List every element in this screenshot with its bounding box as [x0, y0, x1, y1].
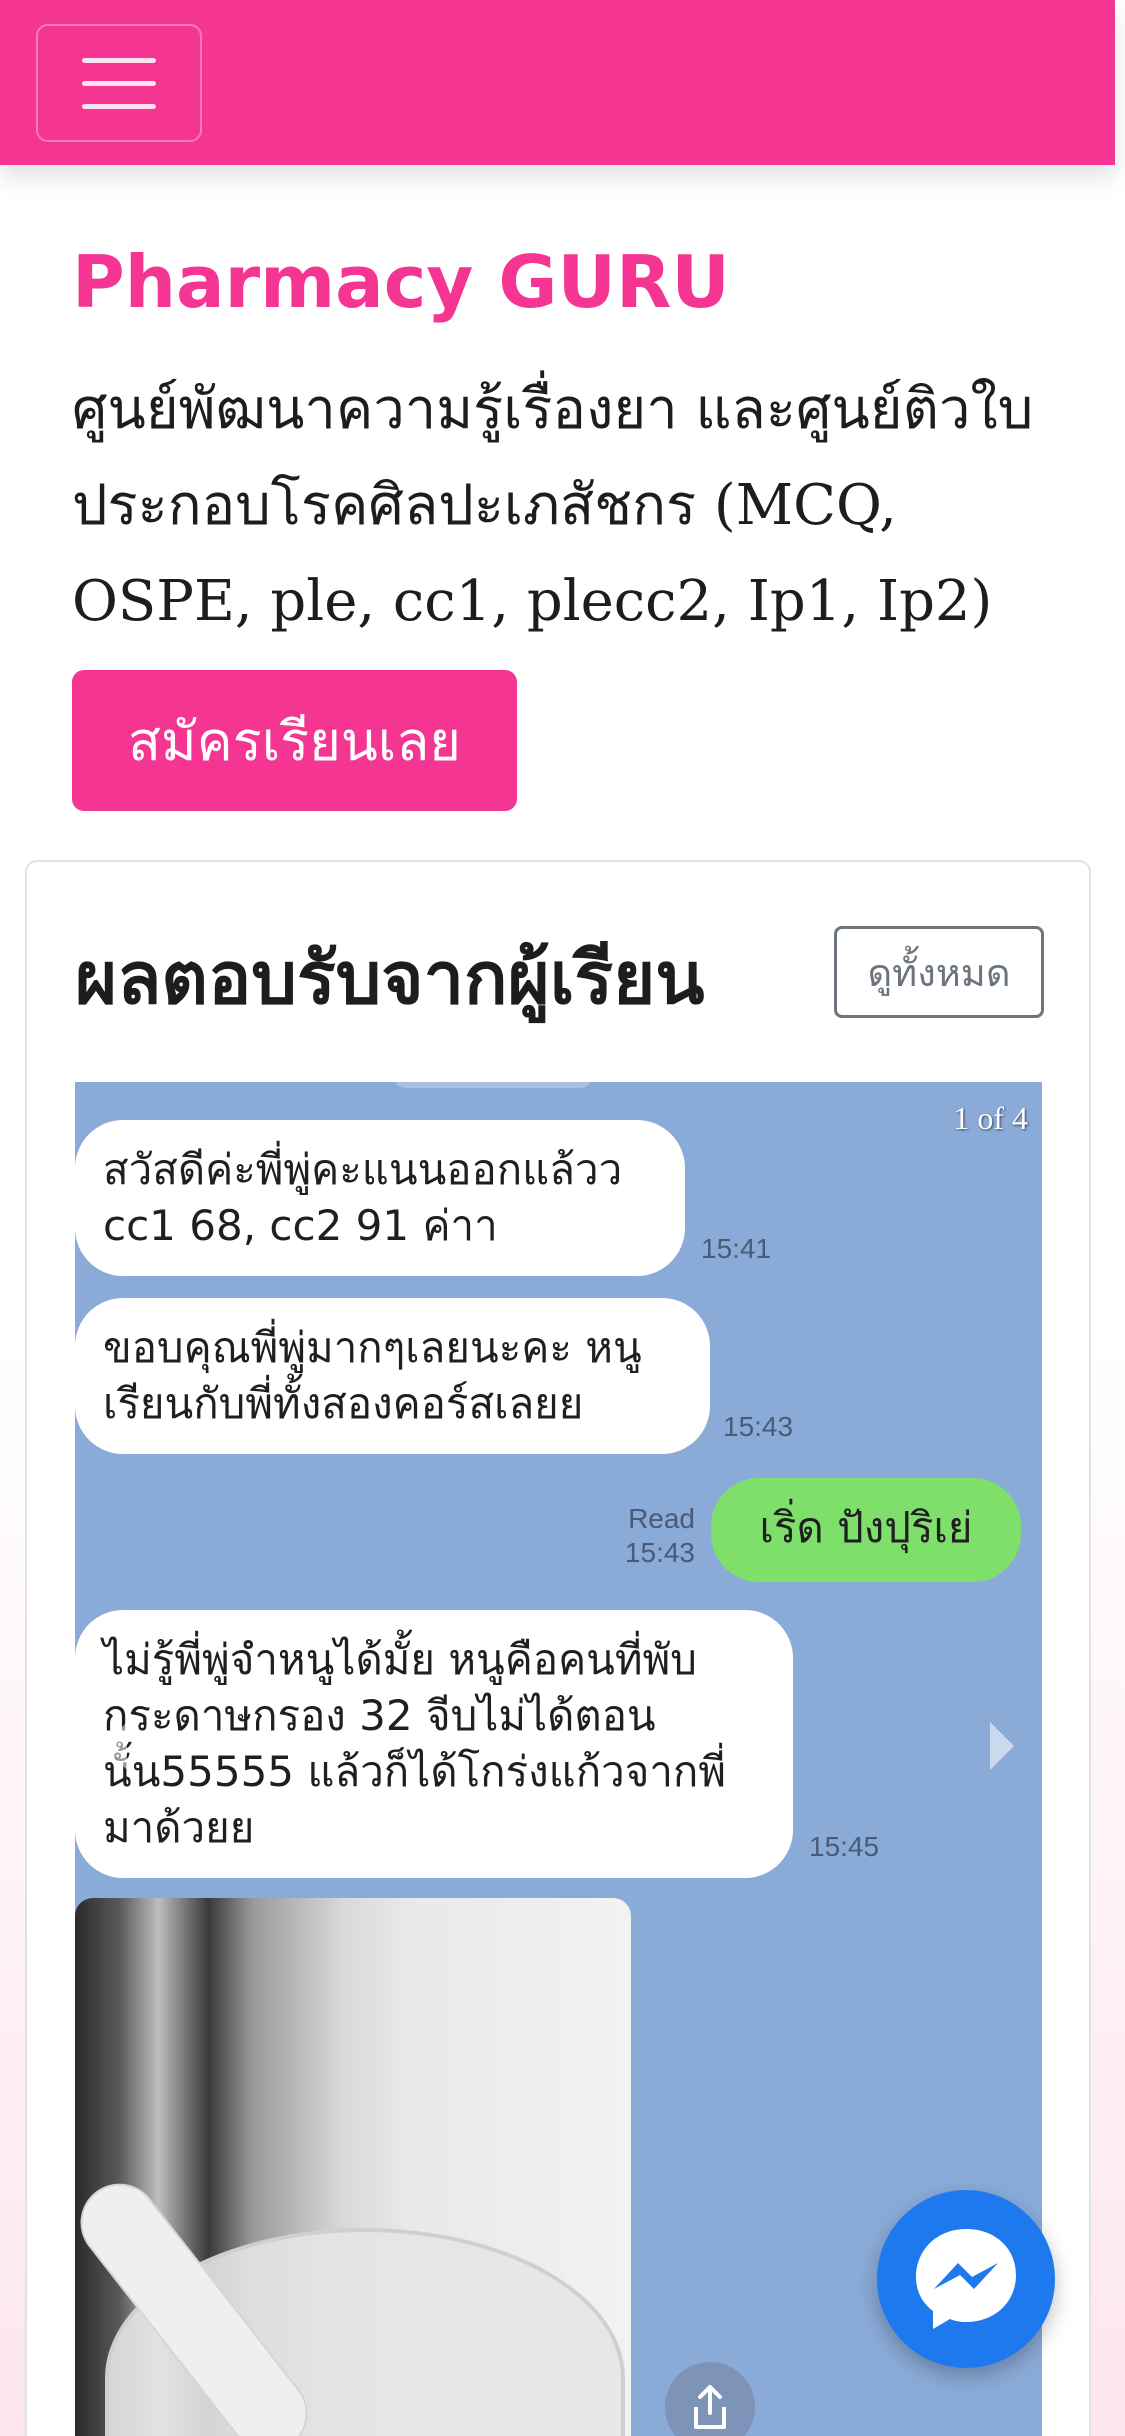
- messenger-icon[interactable]: [877, 2190, 1055, 2368]
- slide-counter: 1 of 4: [953, 1100, 1028, 1136]
- testimonials-title: ผลตอบรับจากผู้เรียน: [75, 939, 705, 1019]
- chat-time: 15:41: [701, 1233, 772, 1264]
- chat-bubble: ไม่รู้พี่พู่จำหนูได้มั้ย หนูคือคนที่พับก…: [75, 1610, 793, 1878]
- read-receipt: Read 15:43: [624, 1503, 695, 1568]
- brand-title: Pharmacy GURU: [72, 240, 730, 324]
- chevron-left-icon[interactable]: [103, 1722, 127, 1770]
- signup-button[interactable]: สมัครเรียนเลย: [72, 670, 517, 811]
- top-navbar: [0, 0, 1115, 165]
- chat-time: 15:43: [723, 1411, 794, 1442]
- chevron-right-icon[interactable]: [990, 1722, 1014, 1770]
- chat-bubble: สวัสดีค่ะพี่พู่คะแนนออกแล้วว cc1 68, cc2…: [75, 1120, 685, 1276]
- chat-bubble-sent: เริ่ด ปังปุริเย่: [711, 1478, 1021, 1582]
- chat-bubble: ขอบคุณพี่พู่มากๆเลยนะคะ หนูเรียนกับพี่ทั…: [75, 1298, 710, 1454]
- chat-time: 15:45: [809, 1831, 880, 1862]
- chat-photo: [75, 1898, 631, 2436]
- previous-bubble-edge: [393, 1082, 593, 1088]
- share-icon[interactable]: [665, 2362, 755, 2436]
- view-all-button[interactable]: ดูทั้งหมด: [834, 926, 1044, 1018]
- hamburger-menu-icon[interactable]: [36, 24, 202, 142]
- hero-tagline: ศูนย์พัฒนาความรู้เรื่องยา และศูนย์ติวใบป…: [72, 377, 1034, 634]
